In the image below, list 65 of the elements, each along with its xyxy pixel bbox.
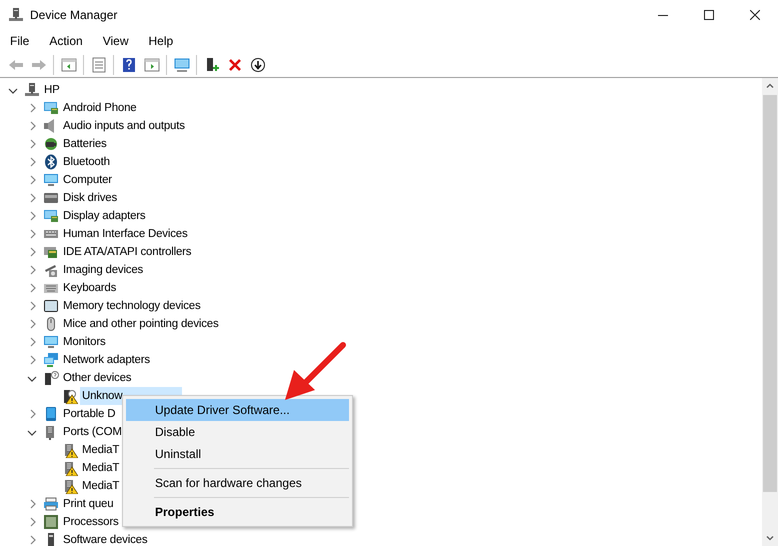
chip-icon bbox=[43, 514, 59, 530]
properties-icon bbox=[90, 56, 106, 72]
menu-item[interactable]: File bbox=[0, 30, 40, 52]
maximize-icon bbox=[704, 10, 714, 20]
menu-item[interactable]: Disable bbox=[126, 421, 349, 443]
scrollbar[interactable] bbox=[762, 78, 778, 546]
menu-item[interactable]: View bbox=[92, 30, 138, 52]
monitor-icon bbox=[43, 172, 59, 188]
disk-drive-icon bbox=[43, 190, 59, 206]
menu-item[interactable]: Uninstall bbox=[126, 443, 349, 465]
tree-item[interactable]: Android Phone bbox=[61, 99, 138, 117]
monitor-icon bbox=[43, 208, 59, 224]
tree-item[interactable]: Network adapters bbox=[61, 351, 152, 369]
tree-item[interactable]: MediaT bbox=[80, 459, 122, 477]
tree-item[interactable]: Audio inputs and outputs bbox=[61, 117, 187, 135]
menu-item[interactable]: Action bbox=[39, 30, 93, 52]
tree-item[interactable]: Bluetooth bbox=[61, 153, 112, 171]
tree-item[interactable]: Other devices bbox=[61, 369, 134, 387]
controller-card-icon bbox=[43, 244, 59, 260]
tree-item[interactable]: MediaT bbox=[80, 441, 122, 459]
minimize-icon bbox=[658, 14, 668, 16]
tree-item[interactable]: Disk drives bbox=[61, 189, 120, 207]
monitor-icon bbox=[43, 100, 59, 116]
scroll-thumb[interactable] bbox=[763, 95, 777, 492]
pointer-arrow bbox=[285, 342, 346, 400]
close-icon bbox=[750, 10, 760, 20]
help-icon bbox=[120, 56, 136, 72]
tree-item[interactable]: Computer bbox=[61, 171, 114, 189]
tree-item[interactable]: Portable D bbox=[61, 405, 118, 423]
tree-item[interactable]: IDE ATA/ATAPI controllers bbox=[61, 243, 194, 261]
tree-item[interactable]: HP bbox=[42, 81, 62, 99]
tree-item[interactable]: Print queu bbox=[61, 495, 116, 513]
device-icon bbox=[43, 370, 59, 386]
menu-item[interactable]: Properties bbox=[126, 501, 349, 523]
battery-icon bbox=[43, 136, 59, 152]
network-icon bbox=[43, 352, 59, 368]
tree-item[interactable]: Human Interface Devices bbox=[61, 225, 190, 243]
action-pane-icon bbox=[144, 56, 160, 72]
memory-card-icon bbox=[43, 298, 59, 314]
menu-item[interactable]: Help bbox=[138, 30, 184, 52]
menu-item[interactable]: Scan for hardware changes bbox=[126, 472, 349, 494]
bluetooth-icon bbox=[43, 154, 59, 170]
printer-icon bbox=[43, 496, 59, 512]
tree-item[interactable]: Imaging devices bbox=[61, 261, 146, 279]
device-manager-icon bbox=[8, 7, 24, 23]
menu-item[interactable]: Update Driver Software... bbox=[126, 399, 349, 421]
console-tree-icon bbox=[60, 56, 76, 72]
window-title: Device Manager bbox=[30, 7, 118, 24]
tree-item[interactable]: Mice and other pointing devices bbox=[61, 315, 221, 333]
computer-icon bbox=[24, 82, 40, 98]
tree-item[interactable]: Ports (COM bbox=[61, 423, 124, 441]
tree-item[interactable]: Memory technology devices bbox=[61, 297, 203, 315]
tree-item[interactable]: Keyboards bbox=[61, 279, 118, 297]
tree-item[interactable]: Software devices bbox=[61, 531, 150, 546]
monitor-icon bbox=[174, 56, 190, 72]
tree-item[interactable]: Display adapters bbox=[61, 207, 148, 225]
device-icon bbox=[43, 406, 59, 422]
tree-item[interactable]: Processors bbox=[61, 513, 121, 531]
monitor-icon bbox=[43, 334, 59, 350]
tree-item[interactable]: Monitors bbox=[61, 333, 108, 351]
delete-icon bbox=[226, 56, 242, 72]
camera-icon bbox=[43, 262, 59, 278]
tree-item[interactable]: MediaT bbox=[80, 477, 122, 495]
tree-item[interactable]: Batteries bbox=[61, 135, 109, 153]
download-icon bbox=[250, 56, 266, 72]
